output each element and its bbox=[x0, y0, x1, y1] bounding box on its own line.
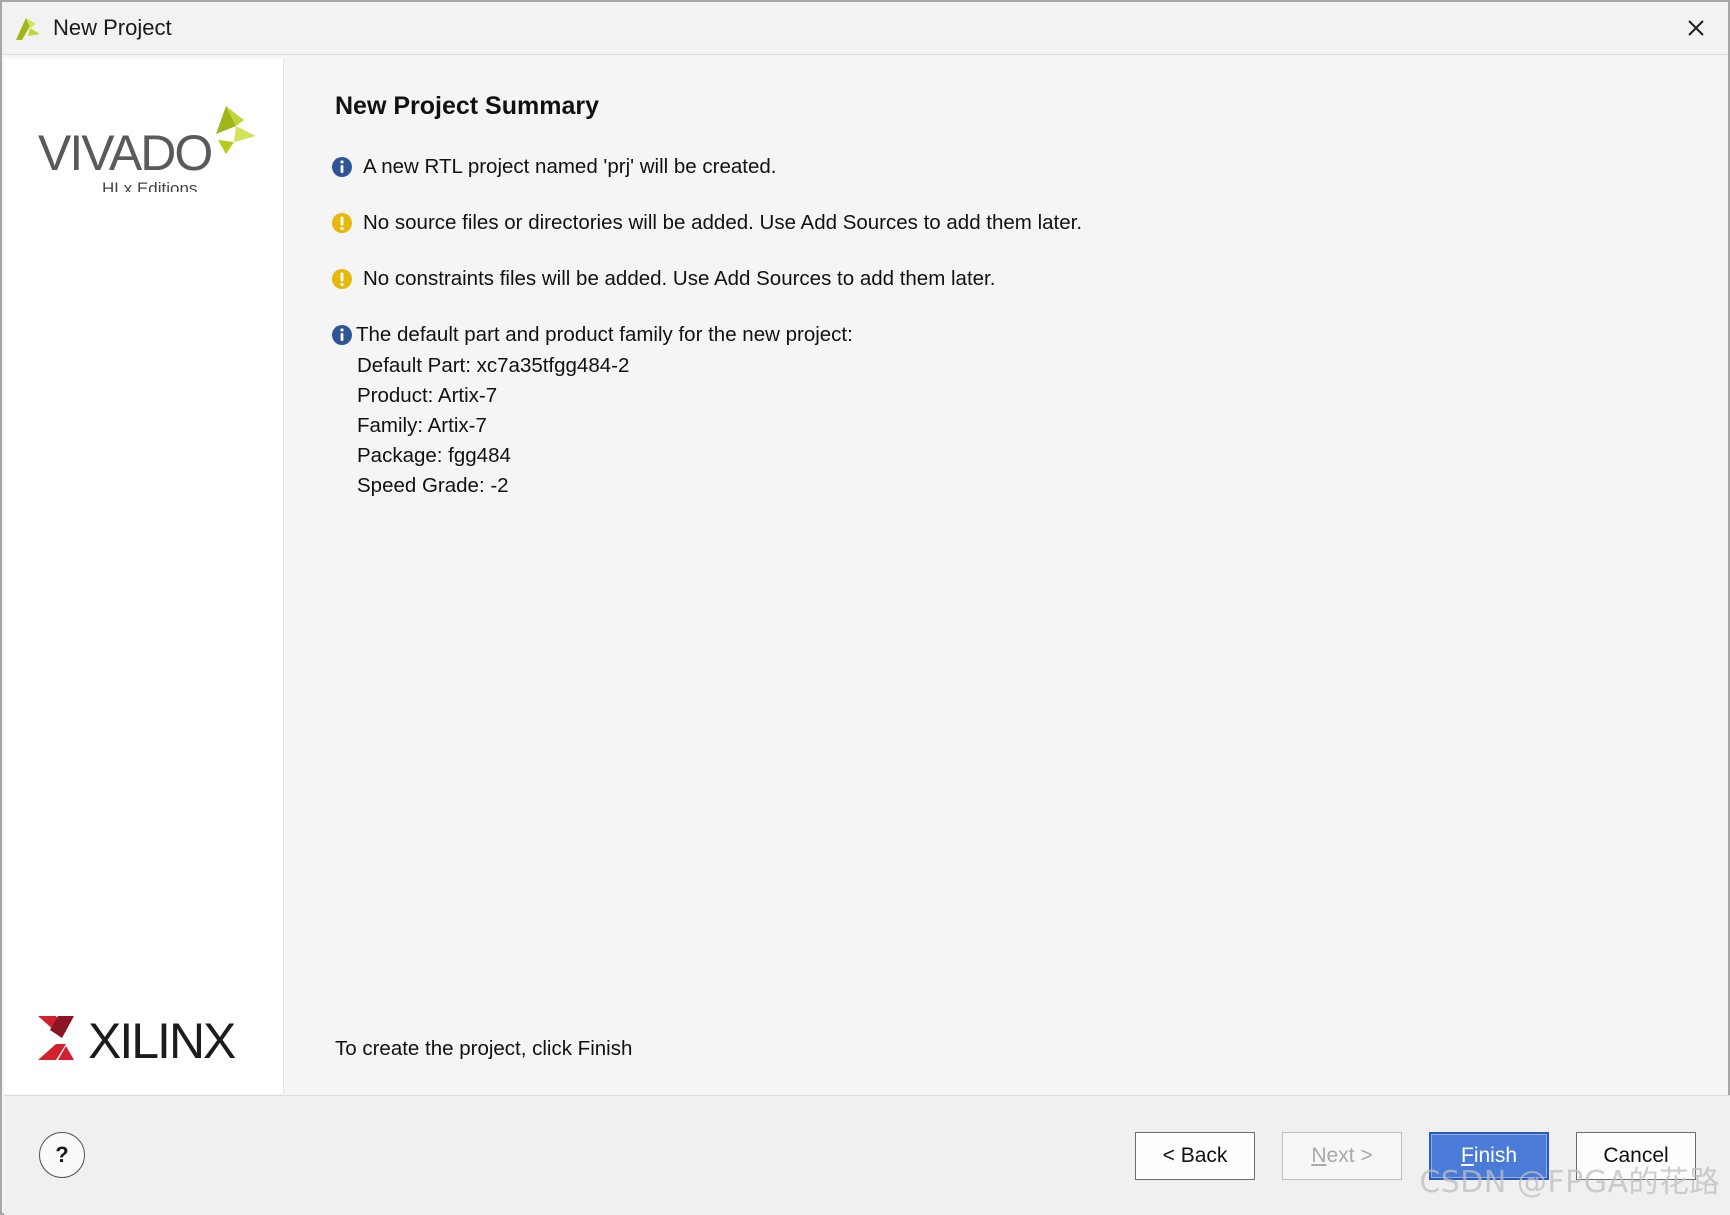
message-text: A new RTL project named 'prj' will be cr… bbox=[363, 155, 777, 178]
warning-message: No source files or directories will be a… bbox=[331, 211, 1082, 235]
svg-text:VIVADO: VIVADO bbox=[38, 125, 211, 181]
new-project-dialog: New Project VIVADO HLx Editions XILINX N… bbox=[0, 0, 1730, 1215]
xilinx-logo: XILINX bbox=[38, 1013, 238, 1068]
warning-icon bbox=[332, 269, 352, 289]
detail-product: Product: Artix-7 bbox=[357, 384, 498, 407]
detail-default-part: Default Part: xc7a35tfgg484-2 bbox=[357, 354, 630, 377]
warning-icon bbox=[332, 213, 352, 233]
watermark: CSDN @FPGA的花路 bbox=[1419, 1165, 1720, 1200]
info-message: A new RTL project named 'prj' will be cr… bbox=[331, 155, 776, 179]
window-title: New Project bbox=[53, 15, 172, 40]
info-icon bbox=[332, 157, 352, 177]
finish-instruction: To create the project, click Finish bbox=[335, 1037, 633, 1060]
message-text: No source files or directories will be a… bbox=[363, 211, 1083, 234]
info-message: The default part and product family for … bbox=[331, 323, 853, 347]
svg-text:XILINX: XILINX bbox=[88, 1013, 236, 1068]
message-text: The default part and product family for … bbox=[356, 323, 853, 346]
brand-pane: VIVADO HLx Editions XILINX bbox=[4, 58, 284, 1094]
back-button[interactable]: < Back bbox=[1135, 1132, 1255, 1180]
detail-speed-grade: Speed Grade: -2 bbox=[357, 474, 509, 497]
next-label: ext > bbox=[1326, 1144, 1373, 1167]
svg-text:HLx Editions: HLx Editions bbox=[102, 179, 197, 192]
vivado-logo: VIVADO HLx Editions bbox=[38, 106, 256, 192]
next-mnemonic: N bbox=[1311, 1144, 1327, 1167]
help-button[interactable]: ? bbox=[39, 1132, 85, 1178]
close-icon[interactable] bbox=[1682, 14, 1710, 42]
detail-family: Family: Artix-7 bbox=[357, 414, 487, 437]
info-icon bbox=[332, 325, 352, 345]
page-title: New Project Summary bbox=[335, 92, 599, 120]
vivado-app-icon bbox=[16, 18, 40, 40]
message-text: No constraints files will be added. Use … bbox=[363, 267, 996, 290]
warning-message: No constraints files will be added. Use … bbox=[331, 267, 995, 291]
summary-panel: New Project Summary A new RTL project na… bbox=[285, 58, 1726, 1094]
detail-package: Package: fgg484 bbox=[357, 444, 511, 467]
title-bar: New Project bbox=[2, 2, 1728, 55]
next-button[interactable]: Next > bbox=[1282, 1132, 1402, 1180]
